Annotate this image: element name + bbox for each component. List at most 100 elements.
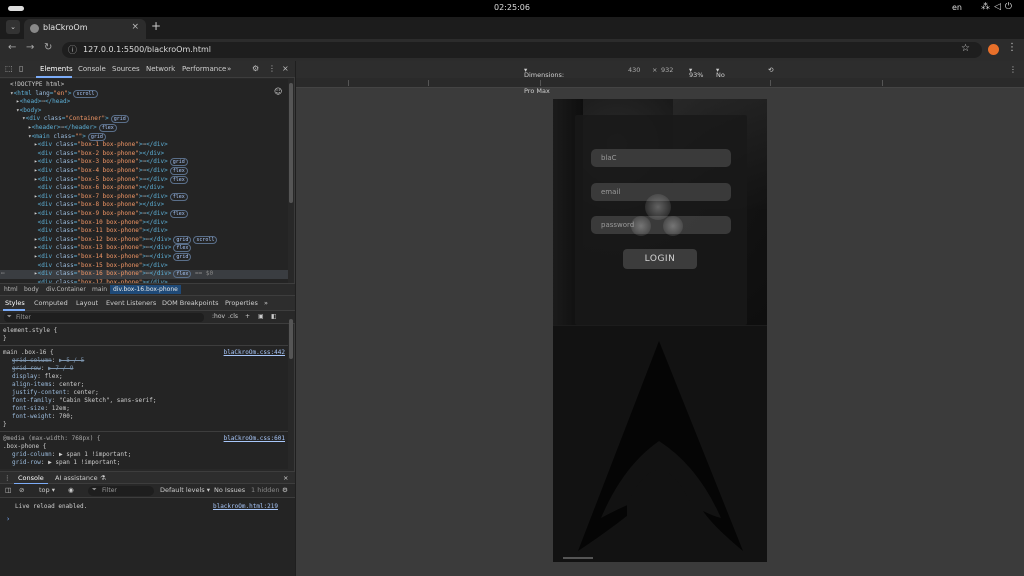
address-bar[interactable]: ⓘ 127.0.0.1:5500/blackroOm.html ☆ bbox=[62, 42, 982, 58]
hover-state-toggle[interactable]: :hov bbox=[212, 313, 225, 320]
ruler-segment[interactable] bbox=[882, 80, 972, 86]
styles-scrollbar[interactable] bbox=[289, 319, 293, 359]
zoom-select[interactable]: 93% ▾ bbox=[689, 66, 703, 79]
dom-node-line[interactable]: ▸<div class="box-1 box-phone">⋯</div> bbox=[0, 141, 168, 150]
back-icon[interactable]: ← bbox=[8, 42, 16, 53]
drawer-tab-console[interactable]: Console bbox=[18, 474, 44, 482]
rule2-selector[interactable]: .box-phone { bbox=[3, 443, 46, 451]
device-width-input[interactable]: 430 bbox=[628, 66, 640, 74]
dom-node-line[interactable]: <div class="box-11 box-phone"></div> bbox=[0, 227, 168, 236]
dom-node-line[interactable]: ▾<html lang="en"> scroll bbox=[0, 89, 98, 99]
tab-search-button[interactable]: ⌄ bbox=[6, 20, 20, 34]
tab-performance[interactable]: Performance bbox=[182, 65, 226, 73]
accessibility-icon[interactable]: ☺ bbox=[274, 87, 282, 96]
login-button[interactable]: LOGIN bbox=[623, 249, 697, 269]
breadcrumb-body[interactable]: body bbox=[24, 286, 39, 293]
dom-node-line[interactable]: <div class="box-10 box-phone"></div> bbox=[0, 219, 168, 228]
css-declaration[interactable]: font-size: 12em; bbox=[12, 405, 70, 413]
console-sidebar-icon[interactable]: ◫ bbox=[5, 486, 11, 494]
browser-tab[interactable]: blaCkroOm × bbox=[24, 19, 146, 39]
dom-node-line[interactable]: ▸<div class="box-7 box-phone">⋯</div> fle… bbox=[0, 192, 188, 202]
media-query-ruler[interactable] bbox=[296, 78, 1024, 88]
clear-console-icon[interactable]: ⊘ bbox=[19, 486, 24, 494]
dom-node-line[interactable]: <div class="box-6 box-phone"></div> bbox=[0, 184, 165, 193]
ruler-segment[interactable] bbox=[428, 80, 540, 86]
node-actions-icon[interactable]: ⋯ bbox=[1, 270, 5, 279]
computed-styles-icon[interactable]: ▣ bbox=[258, 313, 264, 320]
throttling-select[interactable]: No throttling ▾ bbox=[716, 66, 746, 87]
dom-node-line[interactable]: <div class="box-15 box-phone"></div> bbox=[0, 262, 168, 271]
css-declaration[interactable]: font-weight: 700; bbox=[12, 413, 73, 421]
rendering-icon[interactable]: ◧ bbox=[271, 313, 277, 320]
url-text[interactable]: 127.0.0.1:5500/blackroOm.html bbox=[83, 45, 211, 54]
styles-filter-input[interactable]: ⏷ Filter bbox=[4, 313, 204, 322]
console-filter-input[interactable]: ⏷ Filter bbox=[88, 486, 154, 496]
class-toggle[interactable]: .cls bbox=[228, 313, 238, 320]
css-declaration[interactable]: grid-row: ▶ 7 / 9 bbox=[12, 365, 73, 373]
inspect-element-icon[interactable]: ⬚ bbox=[5, 64, 13, 73]
css-declaration[interactable]: display: flex; bbox=[12, 373, 63, 381]
close-drawer-icon[interactable]: × bbox=[283, 474, 288, 482]
element-style-selector[interactable]: element.style { bbox=[3, 327, 57, 335]
dom-node-line[interactable]: <div class="box-8 box-phone"></div> bbox=[0, 201, 165, 210]
more-tabs-button[interactable]: » bbox=[227, 65, 231, 73]
forward-icon[interactable]: → bbox=[26, 42, 34, 53]
dom-node-line[interactable]: ▸<div class="box-12 box-phone">⋯</div> gr… bbox=[0, 235, 218, 245]
breadcrumb-box-16[interactable]: div.box-16.box-phone bbox=[110, 285, 181, 294]
dom-node-line[interactable]: ▸<div class="box-5 box-phone">⋯</div> fle… bbox=[0, 175, 188, 185]
rule1-selector[interactable]: main .box-16 { bbox=[3, 349, 54, 357]
dom-node-line[interactable]: ▸<div class="box-3 box-phone">⋯</div> gri… bbox=[0, 158, 188, 167]
close-tab-icon[interactable]: × bbox=[131, 22, 139, 32]
reload-icon[interactable]: ↻ bbox=[44, 42, 52, 53]
log-levels-select[interactable]: Default levels ▾ bbox=[160, 486, 210, 494]
drawer-menu-icon[interactable]: ⋮ bbox=[4, 474, 11, 482]
dom-node-line[interactable]: ▸<div class="box-9 box-phone">⋯</div> fle… bbox=[0, 210, 188, 219]
css-declaration[interactable]: grid-column: ▶ span 1 !important; bbox=[12, 451, 131, 459]
new-rule-button[interactable]: + bbox=[245, 313, 250, 320]
subtab-properties[interactable]: Properties bbox=[225, 299, 258, 307]
css-declaration[interactable]: font-family: "Cabin Sketch", sans-serif; bbox=[12, 397, 157, 405]
tab-elements[interactable]: Elements bbox=[40, 65, 73, 73]
dom-node-line[interactable]: ▸<header>⋯</header> flex bbox=[0, 124, 117, 133]
css-declaration[interactable]: grid-column: ▶ 5 / 5 bbox=[12, 357, 84, 365]
dom-node-line[interactable]: ▾<div class="Container"> grid bbox=[0, 115, 129, 124]
settings-gear-icon[interactable]: ⚙ bbox=[252, 64, 259, 73]
elements-scrollbar[interactable] bbox=[289, 83, 293, 203]
tab-console[interactable]: Console bbox=[78, 65, 106, 73]
dom-node-line[interactable]: ▾<main class=""> grid bbox=[0, 132, 106, 142]
tab-network[interactable]: Network bbox=[146, 65, 175, 73]
context-select[interactable]: top ▾ bbox=[39, 486, 55, 494]
css-declaration[interactable]: grid-row: ▶ span 1 !important; bbox=[12, 459, 120, 467]
keyboard-language[interactable]: en bbox=[952, 3, 962, 12]
system-tray[interactable]: ⁂◁⏻ bbox=[981, 2, 1016, 12]
console-settings-gear-icon[interactable]: ⚙ bbox=[282, 486, 288, 494]
browser-menu-icon[interactable]: ⋮ bbox=[1007, 42, 1017, 53]
bookmark-star-icon[interactable]: ☆ bbox=[961, 43, 970, 54]
system-clock[interactable]: 02:25:06 bbox=[0, 3, 1024, 12]
subtab-layout[interactable]: Layout bbox=[76, 299, 98, 307]
dom-node-line[interactable]: <div class="box-2 box-phone"></div> bbox=[0, 150, 165, 159]
ruler-segment[interactable] bbox=[770, 80, 882, 86]
live-expression-eye-icon[interactable]: ◉ bbox=[68, 486, 74, 494]
site-info-icon[interactable]: ⓘ bbox=[68, 43, 77, 56]
close-devtools-icon[interactable]: × bbox=[282, 64, 289, 73]
dom-node-line[interactable]: ▸<div class="box-16 box-phone">⋯</div> fl… bbox=[0, 270, 288, 279]
console-message-source[interactable]: blackroOm.html:219 bbox=[213, 503, 278, 510]
dom-node-line[interactable]: ▸<div class="box-13 box-phone">⋯</div> fl… bbox=[0, 244, 192, 253]
profile-avatar[interactable] bbox=[988, 44, 999, 55]
username-field[interactable]: blaC bbox=[591, 149, 731, 167]
device-toolbar-menu-icon[interactable]: ⋮ bbox=[1009, 65, 1017, 74]
device-height-input[interactable]: 932 bbox=[661, 66, 673, 74]
ruler-segment[interactable] bbox=[348, 80, 428, 86]
drawer-tab-ai-assistance[interactable]: AI assistance bbox=[55, 474, 98, 482]
css-declaration[interactable]: justify-content: center; bbox=[12, 389, 99, 397]
dom-node-line[interactable]: ▸<div class="box-14 box-phone">⋯</div> gr… bbox=[0, 253, 192, 262]
new-tab-button[interactable]: + bbox=[151, 19, 161, 33]
issues-badge[interactable]: No Issues bbox=[214, 486, 245, 494]
device-toolbar-icon[interactable]: ▯ bbox=[19, 64, 23, 73]
rule2-source-link[interactable]: blaCkroOm.css:601 bbox=[224, 435, 285, 442]
tab-sources[interactable]: Sources bbox=[112, 65, 140, 73]
css-declaration[interactable]: align-items: center; bbox=[12, 381, 84, 389]
subtab-more[interactable]: » bbox=[264, 299, 268, 307]
more-options-icon[interactable]: ⋮ bbox=[268, 64, 276, 73]
